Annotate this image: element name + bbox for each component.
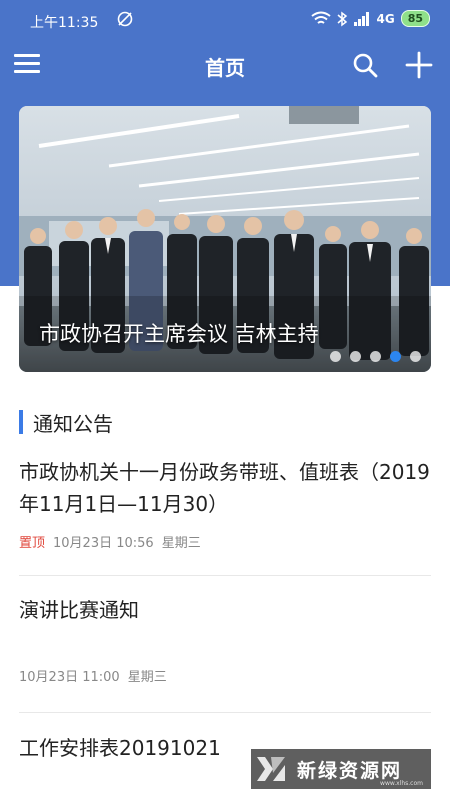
do-not-disturb-icon [117, 11, 133, 27]
watermark: 新绿资源网 www.xlhs.com [251, 749, 431, 789]
news-title: 演讲比赛通知 [19, 598, 139, 622]
status-time: 上午11:35 [30, 15, 99, 31]
carousel-dot[interactable] [410, 351, 421, 362]
carousel-dot-active[interactable] [390, 351, 401, 362]
battery-indicator: 85 [400, 10, 430, 27]
bluetooth-icon [337, 11, 348, 26]
network-type: 4G [376, 11, 395, 26]
divider [19, 575, 431, 576]
news-meta: 10月23日 11:00 星期三 [19, 666, 431, 685]
section-header: 通知公告 [19, 409, 113, 436]
carousel-dot[interactable] [330, 351, 341, 362]
watermark-url: www.xlhs.com [380, 780, 423, 787]
add-icon[interactable] [405, 51, 433, 79]
news-date: 10月23日 10:56 [53, 536, 154, 551]
news-date: 10月23日 11:00 [19, 670, 120, 685]
section-title: 通知公告 [33, 411, 113, 436]
news-title: 市政协机关十一月份政务带班、值班表（2019年11月1日—11月30） [19, 460, 430, 516]
app-header: 首页 [0, 44, 450, 86]
watermark-logo-icon [257, 757, 285, 781]
search-icon[interactable] [352, 52, 378, 78]
carousel-indicators [330, 351, 421, 362]
signal-icon [354, 11, 370, 26]
news-weekday: 星期三 [161, 536, 201, 551]
banner-carousel[interactable]: 市政协召开主席会议 吉林主持 [19, 106, 431, 372]
news-item[interactable]: 演讲比赛通知 10月23日 11:00 星期三 [19, 594, 431, 685]
section-accent-bar [19, 410, 23, 434]
carousel-dot[interactable] [350, 351, 361, 362]
wifi-icon [311, 11, 332, 24]
watermark-text: 新绿资源网 [297, 759, 403, 782]
news-weekday: 星期三 [127, 670, 167, 685]
news-meta: 置顶 10月23日 10:56 星期三 [19, 532, 431, 551]
divider [19, 712, 431, 713]
banner-caption: 市政协召开主席会议 吉林主持 [39, 322, 319, 346]
carousel-dot[interactable] [370, 351, 381, 362]
status-indicators: 4G 85 [311, 10, 430, 27]
page-title: 首页 [205, 56, 245, 80]
status-bar: 上午11:35 4G 85 [0, 0, 450, 44]
pinned-badge: 置顶 [19, 536, 46, 551]
news-item[interactable]: 市政协机关十一月份政务带班、值班表（2019年11月1日—11月30） 置顶 1… [19, 456, 431, 551]
